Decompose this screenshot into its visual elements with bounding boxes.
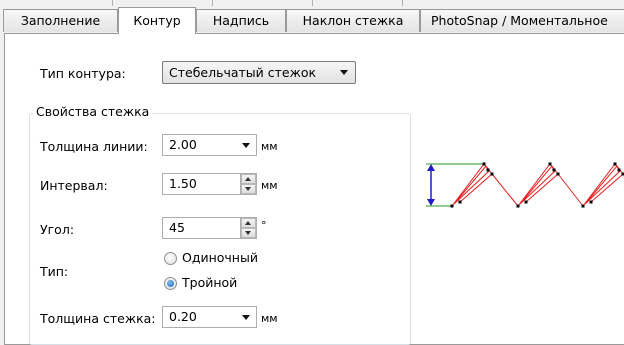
tab-contour[interactable]: Контур <box>118 7 196 34</box>
stitch-node <box>490 172 494 176</box>
stitch-node <box>617 168 621 172</box>
tab-fill[interactable]: Заполнение <box>3 9 118 32</box>
angle-input[interactable]: 45 <box>162 217 257 239</box>
radio-single[interactable] <box>164 252 177 265</box>
stitch-node <box>556 172 560 176</box>
contour-type-select[interactable]: Стебельчатый стежок <box>162 61 356 84</box>
stitch-properties-title: Свойства стежка <box>33 104 153 120</box>
line-thickness-unit: мм <box>261 140 278 153</box>
interval-input[interactable]: 1.50 <box>162 173 257 195</box>
angle-value: 45 <box>169 220 185 235</box>
preview-nodes <box>450 162 624 208</box>
chevron-down-icon <box>340 70 348 75</box>
stitch-segment <box>517 163 559 207</box>
radio-single-label[interactable]: Одиночный <box>182 250 258 265</box>
dimension-arrow-down-icon <box>427 199 435 206</box>
stitch-node <box>524 200 528 204</box>
tab-photosnap[interactable]: PhotoSnap / Моментальное <box>420 9 624 32</box>
stitch-segment <box>582 163 624 207</box>
angle-spinner[interactable] <box>240 218 256 238</box>
spin-up-icon[interactable] <box>241 218 256 228</box>
angle-label: Угол: <box>40 222 75 237</box>
stitch-node <box>516 204 520 208</box>
stitch-thickness-label: Толщина стежка: <box>40 311 156 326</box>
angle-unit: ° <box>261 219 267 232</box>
stitch-node <box>552 168 556 172</box>
line-thickness-label: Толщина линии: <box>40 139 148 154</box>
type-label: Тип: <box>40 264 69 279</box>
strip-divider <box>112 0 113 6</box>
interval-unit: мм <box>261 179 278 192</box>
stitch-preview <box>426 162 624 208</box>
stitch-node <box>486 168 490 172</box>
stitch-thickness-unit: мм <box>261 312 278 325</box>
spin-down-icon[interactable] <box>241 184 256 194</box>
line-thickness-select[interactable]: 2.00 <box>162 134 257 156</box>
radio-triple-label[interactable]: Тройной <box>182 275 237 290</box>
stitch-node <box>613 162 617 166</box>
top-strip <box>0 0 624 7</box>
dimension-arrow-up-icon <box>427 164 435 171</box>
spin-up-icon[interactable] <box>241 174 256 184</box>
stitch-node <box>589 200 593 204</box>
stitch-node <box>548 162 552 166</box>
contour-type-value: Стебельчатый стежок <box>169 65 317 80</box>
stitch-node <box>450 204 454 208</box>
stitch-segment <box>451 163 493 207</box>
preview-guides <box>426 163 484 207</box>
tab-bar: Заполнение Контур Надпись Наклон стежка … <box>0 7 624 34</box>
radio-triple[interactable] <box>164 277 177 290</box>
tab-stitch-slant[interactable]: Наклон стежка <box>286 9 420 32</box>
stitch-thickness-value: 0.20 <box>169 309 197 324</box>
line-thickness-value: 2.00 <box>169 137 197 152</box>
contour-type-label: Тип контура: <box>40 66 126 81</box>
stitch-node <box>458 200 462 204</box>
chevron-down-icon <box>242 315 250 320</box>
interval-spinner[interactable] <box>240 174 256 194</box>
stitch-connector <box>557 173 584 207</box>
stitch-node <box>581 204 585 208</box>
interval-value: 1.50 <box>169 176 197 191</box>
stitch-node <box>482 162 486 166</box>
chevron-down-icon <box>242 143 250 148</box>
strip-divider <box>312 0 313 6</box>
stitch-thickness-select[interactable]: 0.20 <box>162 306 257 328</box>
strip-divider <box>212 0 213 6</box>
tab-lettering[interactable]: Надпись <box>196 9 286 32</box>
strip-divider <box>402 0 403 6</box>
stitch-connector <box>491 173 519 207</box>
spin-down-icon[interactable] <box>241 228 256 238</box>
preview-stitches <box>451 163 624 207</box>
interval-label: Интервал: <box>40 178 108 193</box>
